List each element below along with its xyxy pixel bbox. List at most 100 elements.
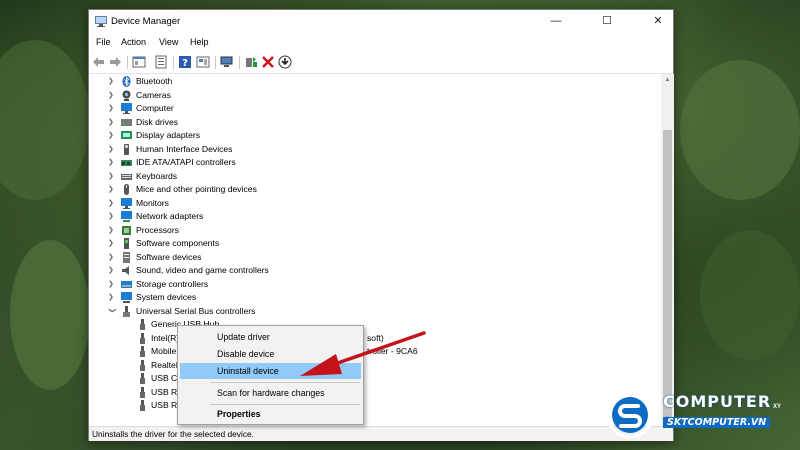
download-circle-icon[interactable] bbox=[278, 55, 292, 69]
forward-arrow-icon[interactable] bbox=[108, 55, 122, 69]
menu-item-uninstall-device[interactable]: Uninstall device bbox=[180, 363, 361, 379]
sktcomputer-logo: COMPUTER XY SKTCOMPUTER.VN bbox=[605, 390, 790, 440]
menu-separator bbox=[210, 382, 360, 383]
tree-item-label: Universal Serial Bus controllers bbox=[136, 305, 256, 316]
usb-plug-icon bbox=[140, 400, 145, 411]
expand-chevron-icon[interactable]: ❯ bbox=[108, 251, 116, 264]
tree-item-label: Sound, video and game controllers bbox=[136, 265, 269, 275]
tree-item-usb-controllers[interactable]: ❯ Universal Serial Bus controllers bbox=[89, 305, 489, 318]
tree-item-system-devices[interactable]: ❯ System devices bbox=[89, 291, 489, 304]
menu-view[interactable]: View bbox=[159, 37, 178, 47]
expand-chevron-icon[interactable]: ❯ bbox=[108, 291, 116, 304]
tree-item-label: Disk drives bbox=[136, 116, 179, 127]
help-icon[interactable]: ? bbox=[178, 55, 192, 69]
toolbar: ? bbox=[89, 52, 673, 74]
tree-item-software-components[interactable]: ❯ Software components bbox=[89, 237, 489, 250]
tree-item-disk-drives[interactable]: ❯ Disk drives bbox=[89, 116, 489, 129]
menu-help[interactable]: Help bbox=[190, 37, 209, 47]
collapse-chevron-icon[interactable]: ❯ bbox=[106, 307, 119, 315]
tree-item-computer[interactable]: ❯ Computer bbox=[89, 102, 489, 115]
processor-icon bbox=[122, 225, 131, 235]
computer-icon bbox=[121, 103, 132, 114]
tree-item-network-adapters[interactable]: ❯ Network adapters bbox=[89, 210, 489, 223]
monitor-icon bbox=[121, 197, 132, 209]
expand-chevron-icon[interactable]: ❯ bbox=[108, 156, 116, 169]
expand-chevron-icon[interactable]: ❯ bbox=[108, 197, 116, 210]
menu-item-properties[interactable]: Properties bbox=[180, 406, 361, 422]
show-hide-tree-icon[interactable] bbox=[132, 55, 146, 69]
tree-item-human-interface-devices[interactable]: ❯ Human Interface Devices bbox=[89, 143, 489, 156]
background-foliage bbox=[700, 230, 800, 360]
vertical-scrollbar[interactable]: ▲ ▼ bbox=[661, 74, 674, 426]
background-foliage bbox=[680, 60, 800, 200]
expand-chevron-icon[interactable]: ❯ bbox=[108, 129, 116, 142]
menu-file[interactable]: File bbox=[96, 37, 111, 47]
tree-item-ide-controllers[interactable]: ❯ IDE ATA/ATAPI controllers bbox=[89, 156, 489, 169]
tree-item-mice[interactable]: ❯ Mice and other pointing devices bbox=[89, 183, 489, 196]
tree-item-label: Processors bbox=[136, 224, 179, 235]
tree-item-processors[interactable]: ❯ Processors bbox=[89, 224, 489, 237]
tree-item-label: IDE ATA/ATAPI controllers bbox=[136, 157, 236, 167]
update-driver-icon[interactable] bbox=[244, 55, 258, 69]
tree-item-label: Computer bbox=[136, 103, 174, 113]
menu-action[interactable]: Action bbox=[121, 37, 146, 47]
expand-chevron-icon[interactable]: ❯ bbox=[108, 89, 116, 102]
tree-item-label: Mice and other pointing devices bbox=[136, 184, 257, 194]
expand-chevron-icon[interactable]: ❯ bbox=[108, 224, 116, 237]
title-bar: Device Manager — ☐ ✕ bbox=[89, 10, 673, 34]
sound-icon bbox=[122, 266, 129, 275]
expand-chevron-icon[interactable]: ❯ bbox=[108, 102, 116, 115]
tree-item-software-devices[interactable]: ❯ Software devices bbox=[89, 251, 489, 264]
menu-item-scan-hardware[interactable]: Scan for hardware changes bbox=[180, 385, 361, 401]
tree-item-keyboards[interactable]: ❯ Keyboards bbox=[89, 170, 489, 183]
scan-hardware-icon[interactable] bbox=[220, 55, 234, 69]
tree-item-cameras[interactable]: ❯ Cameras bbox=[89, 89, 489, 102]
tree-item-display-adapters[interactable]: ❯ Display adapters bbox=[89, 129, 489, 142]
menu-item-disable-device[interactable]: Disable device bbox=[180, 346, 361, 362]
device-tree: ❯ Bluetooth ❯ Cameras ❯ Computer ❯ Disk … bbox=[89, 74, 661, 426]
logo-mark-text: XY bbox=[773, 404, 782, 410]
tree-item-bluetooth[interactable]: ❯ Bluetooth bbox=[89, 75, 489, 88]
usb-plug-icon bbox=[140, 319, 145, 330]
close-button[interactable]: ✕ bbox=[641, 10, 675, 34]
expand-chevron-icon[interactable]: ❯ bbox=[108, 264, 116, 277]
scrollbar-thumb[interactable] bbox=[663, 130, 672, 422]
expand-chevron-icon[interactable]: ❯ bbox=[108, 237, 116, 250]
tree-item-label: System devices bbox=[136, 292, 197, 302]
expand-chevron-icon[interactable]: ❯ bbox=[108, 210, 116, 223]
expand-chevron-icon[interactable]: ❯ bbox=[108, 183, 116, 196]
tree-item-label: Software components bbox=[136, 238, 220, 248]
tree-item-label: Human Interface Devices bbox=[136, 143, 233, 154]
expand-chevron-icon[interactable]: ❯ bbox=[108, 75, 116, 88]
bluetooth-icon bbox=[122, 76, 131, 87]
uninstall-x-icon[interactable] bbox=[261, 55, 275, 69]
svg-text:?: ? bbox=[182, 58, 188, 69]
hid-icon bbox=[124, 143, 129, 155]
tree-item-label: Bluetooth bbox=[136, 76, 173, 86]
tree-item-label-suffix: troller - 9CA6 bbox=[367, 346, 418, 356]
usb-plug-icon bbox=[140, 359, 145, 371]
toolbar-separator bbox=[173, 56, 174, 69]
properties-sheet-icon[interactable] bbox=[154, 55, 168, 69]
maximize-button[interactable]: ☐ bbox=[590, 10, 624, 34]
status-bar: Uninstalls the driver for the selected d… bbox=[89, 426, 673, 441]
display-adapter-icon bbox=[121, 131, 132, 139]
scroll-up-icon[interactable]: ▲ bbox=[661, 74, 674, 87]
tree-item-label: Display adapters bbox=[136, 130, 201, 140]
disk-drive-icon bbox=[121, 118, 132, 126]
minimize-button[interactable]: — bbox=[539, 10, 573, 34]
toolbar-separator bbox=[127, 56, 128, 69]
software-component-icon bbox=[124, 238, 129, 249]
expand-chevron-icon[interactable]: ❯ bbox=[108, 116, 116, 129]
back-arrow-icon[interactable] bbox=[92, 55, 106, 69]
menu-separator bbox=[210, 404, 360, 405]
logo-brand-text: COMPUTER bbox=[663, 392, 772, 411]
device-view-icon[interactable] bbox=[196, 55, 210, 69]
tree-item-sound-video-game[interactable]: ❯ Sound, video and game controllers bbox=[89, 264, 489, 277]
tree-item-storage-controllers[interactable]: ❯ Storage controllers bbox=[89, 278, 489, 291]
expand-chevron-icon[interactable]: ❯ bbox=[108, 143, 116, 156]
expand-chevron-icon[interactable]: ❯ bbox=[108, 170, 116, 183]
menu-item-update-driver[interactable]: Update driver bbox=[180, 329, 361, 345]
tree-item-monitors[interactable]: ❯ Monitors bbox=[89, 197, 489, 210]
expand-chevron-icon[interactable]: ❯ bbox=[108, 278, 116, 291]
